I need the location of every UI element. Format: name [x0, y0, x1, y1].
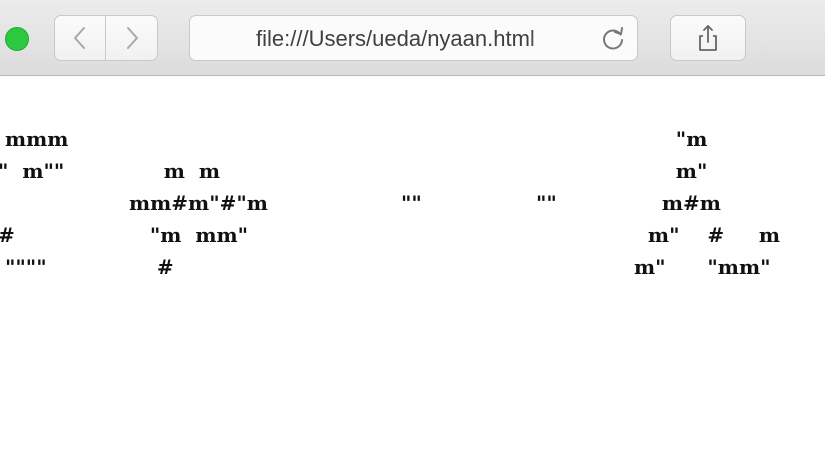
forward-button[interactable]	[106, 15, 158, 61]
share-button[interactable]	[670, 15, 746, 61]
ascii-art-block: m m mm#m"#"m "m mm" #	[128, 159, 268, 279]
back-button[interactable]	[54, 15, 106, 61]
chevron-right-icon	[126, 27, 138, 49]
ascii-art-block: ""	[401, 191, 422, 215]
chevron-left-icon	[74, 27, 85, 49]
zoom-window-button[interactable]	[5, 27, 29, 51]
browser-toolbar: file:///Users/ueda/nyaan.html	[0, 0, 825, 76]
navigation-buttons	[54, 15, 158, 61]
ascii-art-block: ""	[536, 191, 557, 215]
ascii-art-block: mmm " m"" # """"	[0, 127, 69, 279]
ascii-art-block: "m m" m#m m" # m m" "mm"	[634, 127, 781, 279]
reload-icon[interactable]	[599, 25, 627, 53]
share-icon	[699, 25, 717, 51]
address-bar[interactable]: file:///Users/ueda/nyaan.html	[189, 15, 638, 61]
page-content: mmm " m"" # """" m m mm#m"#"m "m mm" # "…	[0, 77, 825, 464]
url-text[interactable]: file:///Users/ueda/nyaan.html	[256, 26, 576, 52]
